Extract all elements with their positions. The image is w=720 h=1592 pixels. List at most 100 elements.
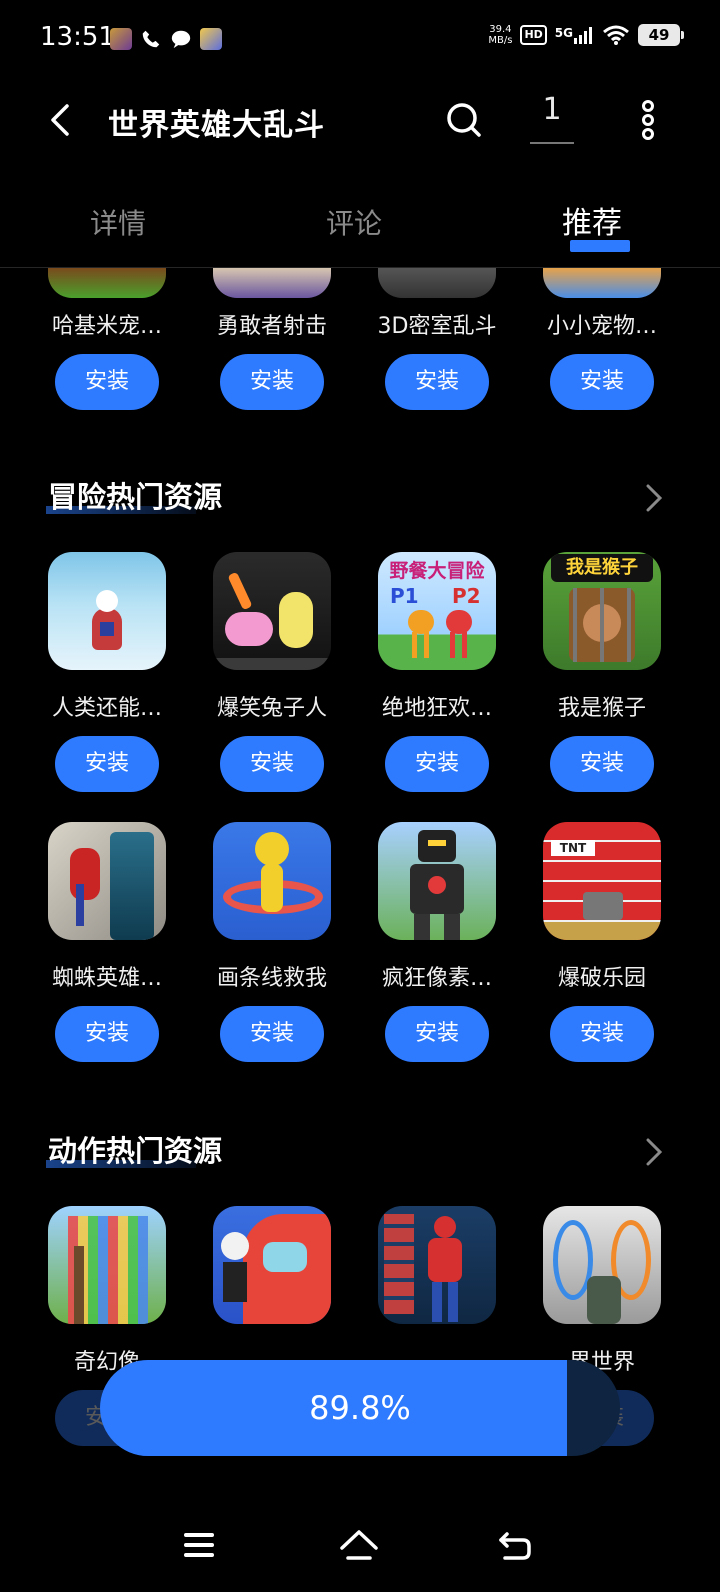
signal-indicator: 5G: [555, 26, 594, 44]
list-item[interactable]: 人类还能… 安装: [32, 552, 182, 792]
install-button[interactable]: 安装: [220, 736, 324, 792]
app-name: 3D密室乱斗: [377, 314, 497, 339]
list-item[interactable]: 我是猴子 我是猴子 安装: [527, 552, 677, 792]
app-icon: [213, 1206, 331, 1324]
app-name: 勇敢者射击: [216, 314, 327, 339]
app-name: 小小宠物…: [546, 314, 657, 339]
list-item[interactable]: 蜘蛛英雄… 安装: [32, 822, 182, 1062]
section-more-button[interactable]: [638, 1132, 670, 1172]
app-icon: TNT: [543, 822, 661, 940]
list-item[interactable]: 小小宠物… 安装: [527, 268, 677, 410]
app-icon: [543, 268, 661, 298]
install-button[interactable]: 安装: [220, 354, 324, 410]
app-icon: 我是猴子: [543, 552, 661, 670]
app-name: 爆破乐园: [557, 966, 646, 991]
status-bar: 13:51 39.4 MB/s HD 5G 49: [0, 0, 720, 80]
app-icon: [378, 1206, 496, 1324]
tab-comments[interactable]: 评论: [326, 202, 382, 242]
app-name: 人类还能…: [51, 696, 162, 721]
network-type: 5G: [554, 26, 573, 40]
icon-title-text: 我是猴子: [551, 554, 653, 582]
list-item[interactable]: 勇敢者射击 安装: [197, 268, 347, 410]
app-icon: [48, 268, 166, 298]
more-options-button[interactable]: [624, 96, 672, 144]
status-notification-icons: [110, 28, 222, 50]
network-speed: 39.4 MB/s: [488, 24, 512, 46]
app-icon: [378, 268, 496, 298]
list-item[interactable]: 野餐大冒险 P1 P2 绝地狂欢… 安装: [362, 552, 512, 792]
list-item[interactable]: 3D密室乱斗 安装: [362, 268, 512, 410]
tab-details[interactable]: 详情: [90, 202, 146, 242]
install-button[interactable]: 安装: [220, 1006, 324, 1062]
section-title-adventure: 冒险热门资源: [48, 480, 223, 514]
active-tab-indicator: [570, 240, 630, 252]
home-icon: [340, 1530, 378, 1560]
app-icon: [213, 268, 331, 298]
section-more-button[interactable]: [638, 478, 670, 518]
install-button[interactable]: 安装: [385, 736, 489, 792]
install-button[interactable]: 安装: [550, 1006, 654, 1062]
chevron-right-icon: [646, 484, 663, 512]
icon-label-p1: P1: [390, 584, 419, 608]
app-icon: [543, 1206, 661, 1324]
app-name: 哈基米宠…: [51, 314, 162, 339]
status-indicators: 39.4 MB/s HD 5G 49: [488, 24, 684, 46]
icon-label-p2: P2: [452, 584, 481, 608]
section-title-action: 动作热门资源: [48, 1134, 223, 1168]
back-nav-button[interactable]: [490, 1520, 540, 1570]
install-button[interactable]: 安装: [550, 354, 654, 410]
status-time: 13:51: [40, 22, 115, 52]
tab-bar: 详情 评论 推荐: [0, 190, 720, 268]
back-arrow-icon: [499, 1532, 531, 1560]
phone-icon: [140, 28, 162, 50]
menu-icon: [184, 1533, 214, 1557]
app-icon: 野餐大冒险 P1 P2: [378, 552, 496, 670]
install-button[interactable]: 安装: [55, 1006, 159, 1062]
wifi-icon: [603, 25, 629, 45]
chevron-right-icon: [646, 1138, 663, 1166]
game-notification-icon: [110, 28, 132, 50]
home-button[interactable]: [334, 1520, 384, 1570]
progress-percent: 89.8%: [309, 1389, 411, 1427]
list-item[interactable]: 画条线救我 安装: [197, 822, 347, 1062]
list-item[interactable]: TNT 爆破乐园 安装: [527, 822, 677, 1062]
signal-bars-icon: [574, 27, 592, 44]
download-manager-button[interactable]: 1: [530, 92, 574, 144]
app-icon: [378, 822, 496, 940]
install-button[interactable]: 安装: [550, 736, 654, 792]
network-speed-value: 39.4: [489, 24, 512, 35]
game-notification-icon-2: [200, 28, 222, 50]
back-button[interactable]: [36, 96, 84, 144]
app-header: 世界英雄大乱斗 1: [0, 80, 720, 160]
app-name: 蜘蛛英雄…: [51, 966, 162, 991]
list-item[interactable]: 爆笑兔子人 安装: [197, 552, 347, 792]
more-vertical-icon: [642, 100, 654, 140]
message-icon: [170, 28, 192, 50]
app-icon: [213, 552, 331, 670]
list-item[interactable]: 哈基米宠… 安装: [32, 268, 182, 410]
icon-tnt-label: TNT: [551, 840, 595, 856]
install-button[interactable]: 安装: [55, 736, 159, 792]
app-icon: [48, 822, 166, 940]
app-name: 画条线救我: [216, 966, 327, 991]
app-icon: [48, 1206, 166, 1324]
tab-recommend[interactable]: 推荐: [562, 198, 622, 242]
app-name: 绝地狂欢…: [381, 696, 492, 721]
page-title: 世界英雄大乱斗: [108, 108, 325, 143]
battery-indicator: 49: [638, 24, 684, 46]
install-button[interactable]: 安装: [385, 354, 489, 410]
app-name: 我是猴子: [557, 696, 646, 721]
download-progress-button[interactable]: 89.8%: [100, 1360, 620, 1456]
app-name: 疯狂像素…: [381, 966, 492, 991]
install-button[interactable]: 安装: [385, 1006, 489, 1062]
chevron-left-icon: [51, 104, 69, 136]
icon-title-text: 野餐大冒险: [389, 560, 485, 582]
recent-apps-button[interactable]: [174, 1520, 224, 1570]
search-button[interactable]: [440, 96, 488, 144]
app-icon: [213, 822, 331, 940]
search-icon: [447, 103, 481, 137]
install-button[interactable]: 安装: [55, 354, 159, 410]
system-nav-bar: [0, 1500, 720, 1592]
list-item[interactable]: 疯狂像素… 安装: [362, 822, 512, 1062]
network-speed-unit: MB/s: [488, 35, 513, 46]
